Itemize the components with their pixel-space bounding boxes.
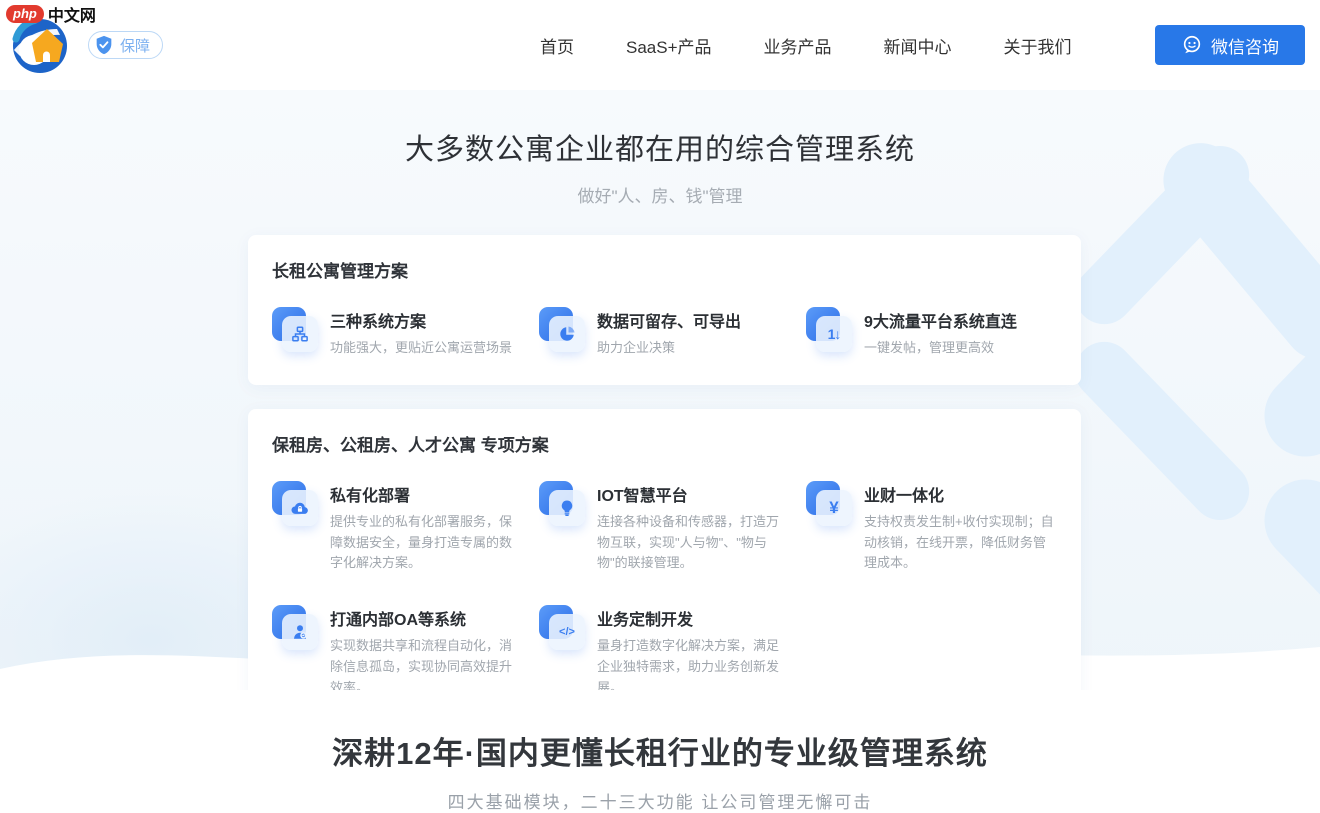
- feature-desc: 提供专业的私有化部署服务，保障数据安全，量身打造专属的数字化解决方案。: [330, 512, 523, 574]
- site-header: 保障 首页 SaaS+产品 业务产品 新闻中心 关于我们 微信咨询: [0, 0, 1320, 90]
- feature-desc: 实现数据共享和流程自动化，消除信息孤岛，实现协同高效提升效率。: [330, 636, 523, 690]
- feature-title: 三种系统方案: [330, 308, 512, 332]
- code-icon: </>: [539, 604, 585, 650]
- feature-title: 9大流量平台系统直连: [864, 308, 1017, 332]
- card-long-term-rental: 长租公寓管理方案 三种系统方案 功能强大，更贴近公寓运营场景: [248, 235, 1081, 385]
- company-logo[interactable]: [12, 18, 68, 74]
- experience-subtitle: 四大基础模块，二十三大功能 让公司管理无懈可击: [0, 788, 1320, 813]
- feature-item: 私有化部署 提供专业的私有化部署服务，保障数据安全，量身打造专属的数字化解决方案…: [272, 480, 523, 574]
- php-cn-watermark: php 中文网: [6, 2, 96, 26]
- nav-item-news-center[interactable]: 新闻中心: [884, 33, 952, 58]
- guarantee-badge: 保障: [88, 31, 163, 59]
- page: 保障 首页 SaaS+产品 业务产品 新闻中心 关于我们 微信咨询: [0, 0, 1320, 813]
- feature-desc: 支持权责发生制+收付实现制；自动核销，在线开票，降低财务管理成本。: [864, 512, 1057, 574]
- feature-item: </> 业务定制开发 量身打造数字化解决方案，满足企业独特需求，助力业务创新发展…: [539, 604, 790, 690]
- pie-chart-icon: [539, 306, 585, 352]
- lightbulb-icon: [539, 480, 585, 526]
- feature-item: 三种系统方案 功能强大，更贴近公寓运营场景: [272, 306, 523, 359]
- feature-title: IOT智慧平台: [597, 482, 790, 506]
- org-chart-icon: [272, 306, 318, 352]
- feature-title: 打通内部OA等系统: [330, 606, 523, 630]
- feature-item: 1↓ 9大流量平台系统直连 一键发帖，管理更高效: [806, 306, 1057, 359]
- experience-section: 深耕12年·国内更懂长租行业的专业级管理系统 四大基础模块，二十三大功能 让公司…: [0, 690, 1320, 813]
- card-special-programs: 保租房、公租房、人才公寓 专项方案 私有化部署 提供专业的私有化部署服务，保障数…: [248, 409, 1081, 690]
- cloud-lock-icon: [272, 480, 318, 526]
- wechat-bubble-icon: [1181, 34, 1203, 56]
- hero-section: 大多数公寓企业都在用的综合管理系统 做好"人、房、钱"管理 长租公寓管理方案 三…: [0, 90, 1320, 690]
- guarantee-badge-label: 保障: [120, 35, 150, 56]
- solution-cards: 长租公寓管理方案 三种系统方案 功能强大，更贴近公寓运营场景: [248, 235, 1081, 690]
- shield-check-icon: [93, 34, 115, 56]
- wechat-consult-button[interactable]: 微信咨询: [1155, 25, 1305, 65]
- feature-title: 业财一体化: [864, 482, 1057, 506]
- feature-desc: 连接各种设备和传感器，打造万物互联，实现"人与物"、"物与物"的联接管理。: [597, 512, 790, 574]
- wechat-consult-label: 微信咨询: [1211, 33, 1279, 58]
- yen-icon: ¥: [806, 480, 852, 526]
- php-badge: php: [6, 5, 44, 23]
- card-title: 保租房、公租房、人才公寓 专项方案: [272, 431, 1057, 456]
- feature-item: 数据可留存、可导出 助力企业决策: [539, 306, 790, 359]
- nav-item-saas-products[interactable]: SaaS+产品: [626, 33, 712, 58]
- person-sync-icon: [272, 604, 318, 650]
- feature-desc: 助力企业决策: [597, 338, 741, 359]
- feature-item: IOT智慧平台 连接各种设备和传感器，打造万物互联，实现"人与物"、"物与物"的…: [539, 480, 790, 574]
- card-title: 长租公寓管理方案: [272, 257, 1057, 282]
- feature-item: ¥ 业财一体化 支持权责发生制+收付实现制；自动核销，在线开票，降低财务管理成本…: [806, 480, 1057, 574]
- nav-item-business-products[interactable]: 业务产品: [764, 33, 832, 58]
- hero-subtitle: 做好"人、房、钱"管理: [0, 182, 1320, 207]
- feature-item: 打通内部OA等系统 实现数据共享和流程自动化，消除信息孤岛，实现协同高效提升效率…: [272, 604, 523, 690]
- hero-title: 大多数公寓企业都在用的综合管理系统: [0, 126, 1320, 168]
- feature-desc: 功能强大，更贴近公寓运营场景: [330, 338, 512, 359]
- nav-item-home[interactable]: 首页: [540, 33, 574, 58]
- feature-title: 数据可留存、可导出: [597, 308, 741, 332]
- feature-title: 业务定制开发: [597, 606, 790, 630]
- feature-desc: 一键发帖，管理更高效: [864, 338, 1017, 359]
- experience-title: 深耕12年·国内更懂长租行业的专业级管理系统: [0, 728, 1320, 773]
- php-cn-label: 中文网: [48, 2, 96, 26]
- feature-title: 私有化部署: [330, 482, 523, 506]
- feature-desc: 量身打造数字化解决方案，满足企业独特需求，助力业务创新发展。: [597, 636, 790, 690]
- rank-arrows-icon: 1↓: [806, 306, 852, 352]
- nav-item-about-us[interactable]: 关于我们: [1004, 33, 1072, 58]
- main-nav: 首页 SaaS+产品 业务产品 新闻中心 关于我们: [540, 0, 1072, 90]
